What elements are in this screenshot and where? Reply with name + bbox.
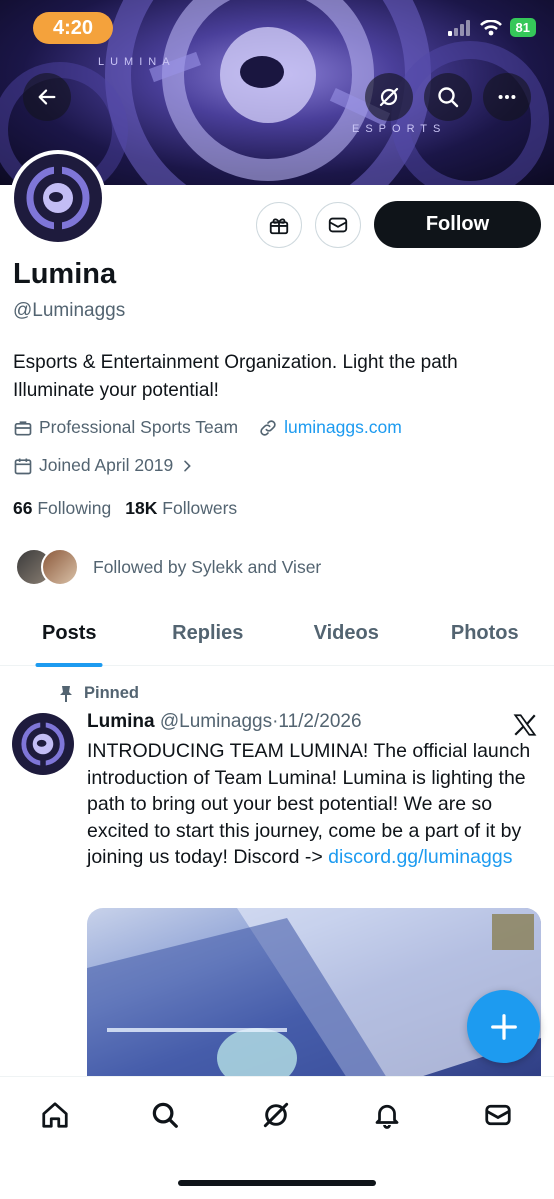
link-icon — [260, 419, 276, 436]
calendar-icon — [14, 458, 32, 474]
search-icon — [438, 87, 459, 108]
followed-by-text: Followed by Sylekk and Viser — [93, 556, 322, 577]
post-avatar[interactable] — [12, 713, 74, 775]
profile-category: Professional Sports Team — [39, 417, 239, 437]
post-body: INTRODUCING TEAM LUMINA! The official la… — [87, 738, 543, 871]
mail-icon — [328, 217, 348, 233]
banner-brand-bottom: ESPORTS — [352, 123, 447, 135]
joined-date: Joined April 2019 — [39, 455, 174, 475]
gift-button[interactable] — [256, 202, 302, 248]
follow-counts: 66 Following 18K Followers — [13, 498, 237, 519]
battery-indicator: 81 — [509, 18, 536, 37]
notifications-icon — [375, 1104, 399, 1129]
post-date: 11/2/2026 — [278, 711, 362, 732]
profile-avatar[interactable] — [10, 150, 106, 246]
joined-row[interactable]: Joined April 2019 — [13, 455, 201, 476]
follow-button[interactable]: Follow — [374, 201, 541, 248]
compose-post-button[interactable] — [467, 990, 540, 1063]
status-time: 4:20 — [33, 12, 113, 44]
nav-search[interactable] — [145, 1095, 185, 1135]
grok-button[interactable] — [365, 73, 413, 121]
briefcase-icon — [14, 420, 32, 435]
profile-name: Lumina — [13, 258, 117, 290]
follower-avatar — [41, 548, 79, 586]
grok-icon — [379, 87, 399, 107]
status-icons: 81 — [447, 18, 536, 37]
post-header: Lumina @Luminaggs·11/2/2026 — [87, 711, 362, 733]
tab-posts[interactable]: Posts — [0, 603, 139, 665]
signal-icon — [447, 19, 470, 36]
game-screenshot-image — [87, 908, 541, 1078]
post-media[interactable] — [87, 908, 541, 1078]
followers-count: 18K — [125, 498, 158, 518]
tab-videos[interactable]: Videos — [277, 603, 416, 665]
nav-messages[interactable] — [478, 1095, 518, 1135]
nav-grok[interactable] — [256, 1095, 296, 1135]
search-button[interactable] — [424, 73, 472, 121]
following-count: 66 — [13, 498, 33, 518]
pinned-label: Pinned — [84, 684, 140, 702]
lumina-logo-icon — [26, 165, 90, 231]
wifi-icon — [479, 19, 502, 35]
nav-home[interactable] — [35, 1095, 75, 1135]
grok-icon — [263, 1102, 289, 1128]
more-icon — [498, 94, 516, 100]
x-logo-icon — [513, 714, 537, 736]
following-label: Following — [37, 498, 112, 518]
back-arrow-icon — [38, 89, 56, 105]
followed-by-row[interactable]: Followed by Sylekk and Viser — [15, 548, 321, 586]
following-link[interactable]: 66 Following — [13, 498, 111, 519]
post-author[interactable]: Lumina — [87, 711, 155, 732]
profile-bio: Esports & Entertainment Organization. Li… — [13, 352, 458, 401]
profile-meta-row: Professional Sports Team luminaggs.com — [13, 417, 402, 438]
pin-icon — [60, 685, 72, 702]
followers-label: Followers — [162, 498, 238, 518]
more-button[interactable] — [483, 73, 531, 121]
pinned-indicator: Pinned — [58, 684, 139, 703]
post-link[interactable]: discord.gg/luminaggs — [328, 846, 512, 868]
chevron-right-icon — [184, 460, 192, 471]
post-handle: @Luminaggs — [159, 711, 273, 732]
tab-replies[interactable]: Replies — [139, 603, 278, 665]
message-button[interactable] — [315, 202, 361, 248]
banner-brand-top: LUMINA — [98, 56, 176, 68]
tab-photos[interactable]: Photos — [416, 603, 554, 665]
nav-notifications[interactable] — [367, 1095, 407, 1135]
plus-icon — [490, 1013, 517, 1040]
home-indicator[interactable] — [178, 1180, 376, 1186]
gift-icon — [269, 218, 289, 235]
search-icon — [152, 1102, 178, 1128]
messages-icon — [485, 1104, 511, 1126]
profile-handle: @Luminaggs — [13, 300, 126, 321]
profile-tabs: Posts Replies Videos Photos — [0, 603, 554, 666]
profile-website-link[interactable]: luminaggs.com — [284, 417, 402, 438]
back-button[interactable] — [23, 73, 71, 121]
lumina-logo-icon — [21, 721, 65, 767]
home-icon — [42, 1102, 68, 1128]
followers-link[interactable]: 18K Followers — [125, 498, 237, 519]
